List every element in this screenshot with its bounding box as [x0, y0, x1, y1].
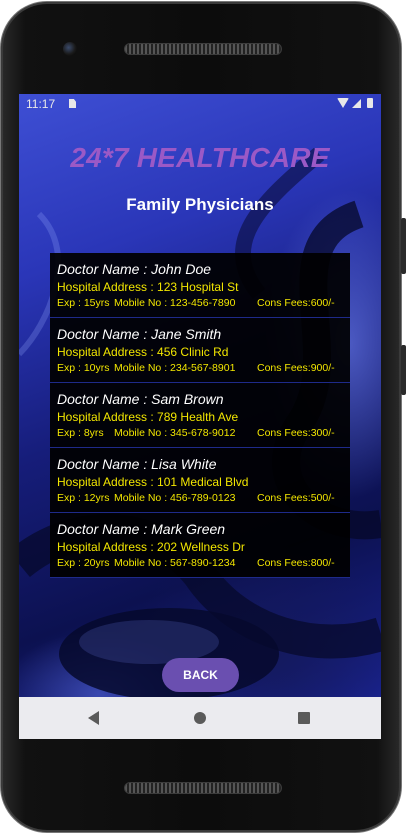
status-bar: 11:17 [19, 94, 381, 115]
doctor-name: Doctor Name : Lisa White [57, 456, 217, 472]
signal-icon [352, 99, 361, 108]
hospital-address: Hospital Address : 123 Hospital St [57, 280, 239, 294]
doctor-experience: Exp : 15yrs [57, 297, 110, 309]
doctor-mobile: Mobile No : 234-567-8901 [114, 362, 236, 374]
phone-frame: 11:17 24*7 HEALTHCARE Family Physicians … [0, 0, 406, 834]
volume-up-button [401, 218, 406, 274]
doctor-experience: Exp : 10yrs [57, 362, 110, 374]
wifi-icon [337, 98, 349, 108]
doctor-mobile: Mobile No : 123-456-7890 [114, 297, 236, 309]
doctor-list-item[interactable]: Doctor Name : Sam Brown Hospital Address… [50, 383, 350, 448]
status-time: 11:17 [26, 97, 56, 111]
doctor-list-item[interactable]: Doctor Name : Jane Smith Hospital Addres… [50, 318, 350, 383]
doctor-mobile: Mobile No : 345-678-9012 [114, 427, 236, 439]
doctor-name: Doctor Name : Jane Smith [57, 326, 222, 342]
consultation-fees: Cons Fees:500/- [257, 492, 335, 504]
doctor-mobile: Mobile No : 456-789-0123 [114, 492, 236, 504]
power-button [401, 345, 406, 395]
system-navigation-bar [19, 697, 381, 739]
doctor-name: Doctor Name : Sam Brown [57, 391, 224, 407]
screen: 11:17 24*7 HEALTHCARE Family Physicians … [19, 94, 381, 739]
app-title: 24*7 HEALTHCARE [70, 142, 330, 173]
sim-card-icon [69, 99, 76, 108]
doctor-name: Doctor Name : Mark Green [57, 521, 226, 537]
back-button[interactable]: BACK [162, 658, 239, 692]
doctor-name: Doctor Name : John Doe [57, 261, 212, 277]
doctor-experience: Exp : 8yrs [57, 427, 104, 439]
hospital-address: Hospital Address : 101 Medical Blvd [57, 475, 249, 489]
home-circle-icon[interactable] [194, 712, 206, 724]
doctor-experience: Exp : 20yrs [57, 557, 110, 569]
bottom-speaker-grille [124, 782, 282, 794]
doctor-list[interactable]: Doctor Name : John Doe Hospital Address … [50, 253, 350, 580]
consultation-fees: Cons Fees:600/- [257, 297, 335, 309]
doctor-experience: Exp : 12yrs [57, 492, 110, 504]
consultation-fees: Cons Fees:300/- [257, 427, 335, 439]
consultation-fees: Cons Fees:900/- [257, 362, 335, 374]
doctor-list-item[interactable]: Doctor Name : John Doe Hospital Address … [50, 253, 350, 318]
top-speaker-grille [124, 43, 282, 55]
battery-icon [367, 98, 373, 108]
hospital-address: Hospital Address : 789 Health Ave [57, 410, 239, 424]
doctor-mobile: Mobile No : 567-890-1234 [114, 557, 236, 569]
page-title: Family Physicians [126, 195, 274, 214]
recents-square-icon[interactable] [298, 712, 310, 724]
back-triangle-icon[interactable] [88, 711, 99, 725]
doctor-list-item[interactable]: Doctor Name : Lisa White Hospital Addres… [50, 448, 350, 513]
consultation-fees: Cons Fees:800/- [257, 557, 335, 569]
hospital-address: Hospital Address : 202 Wellness Dr [57, 540, 245, 554]
hospital-address: Hospital Address : 456 Clinic Rd [57, 345, 229, 359]
front-camera-icon [63, 42, 77, 56]
doctor-list-item[interactable]: Doctor Name : Mark Green Hospital Addres… [50, 513, 350, 578]
